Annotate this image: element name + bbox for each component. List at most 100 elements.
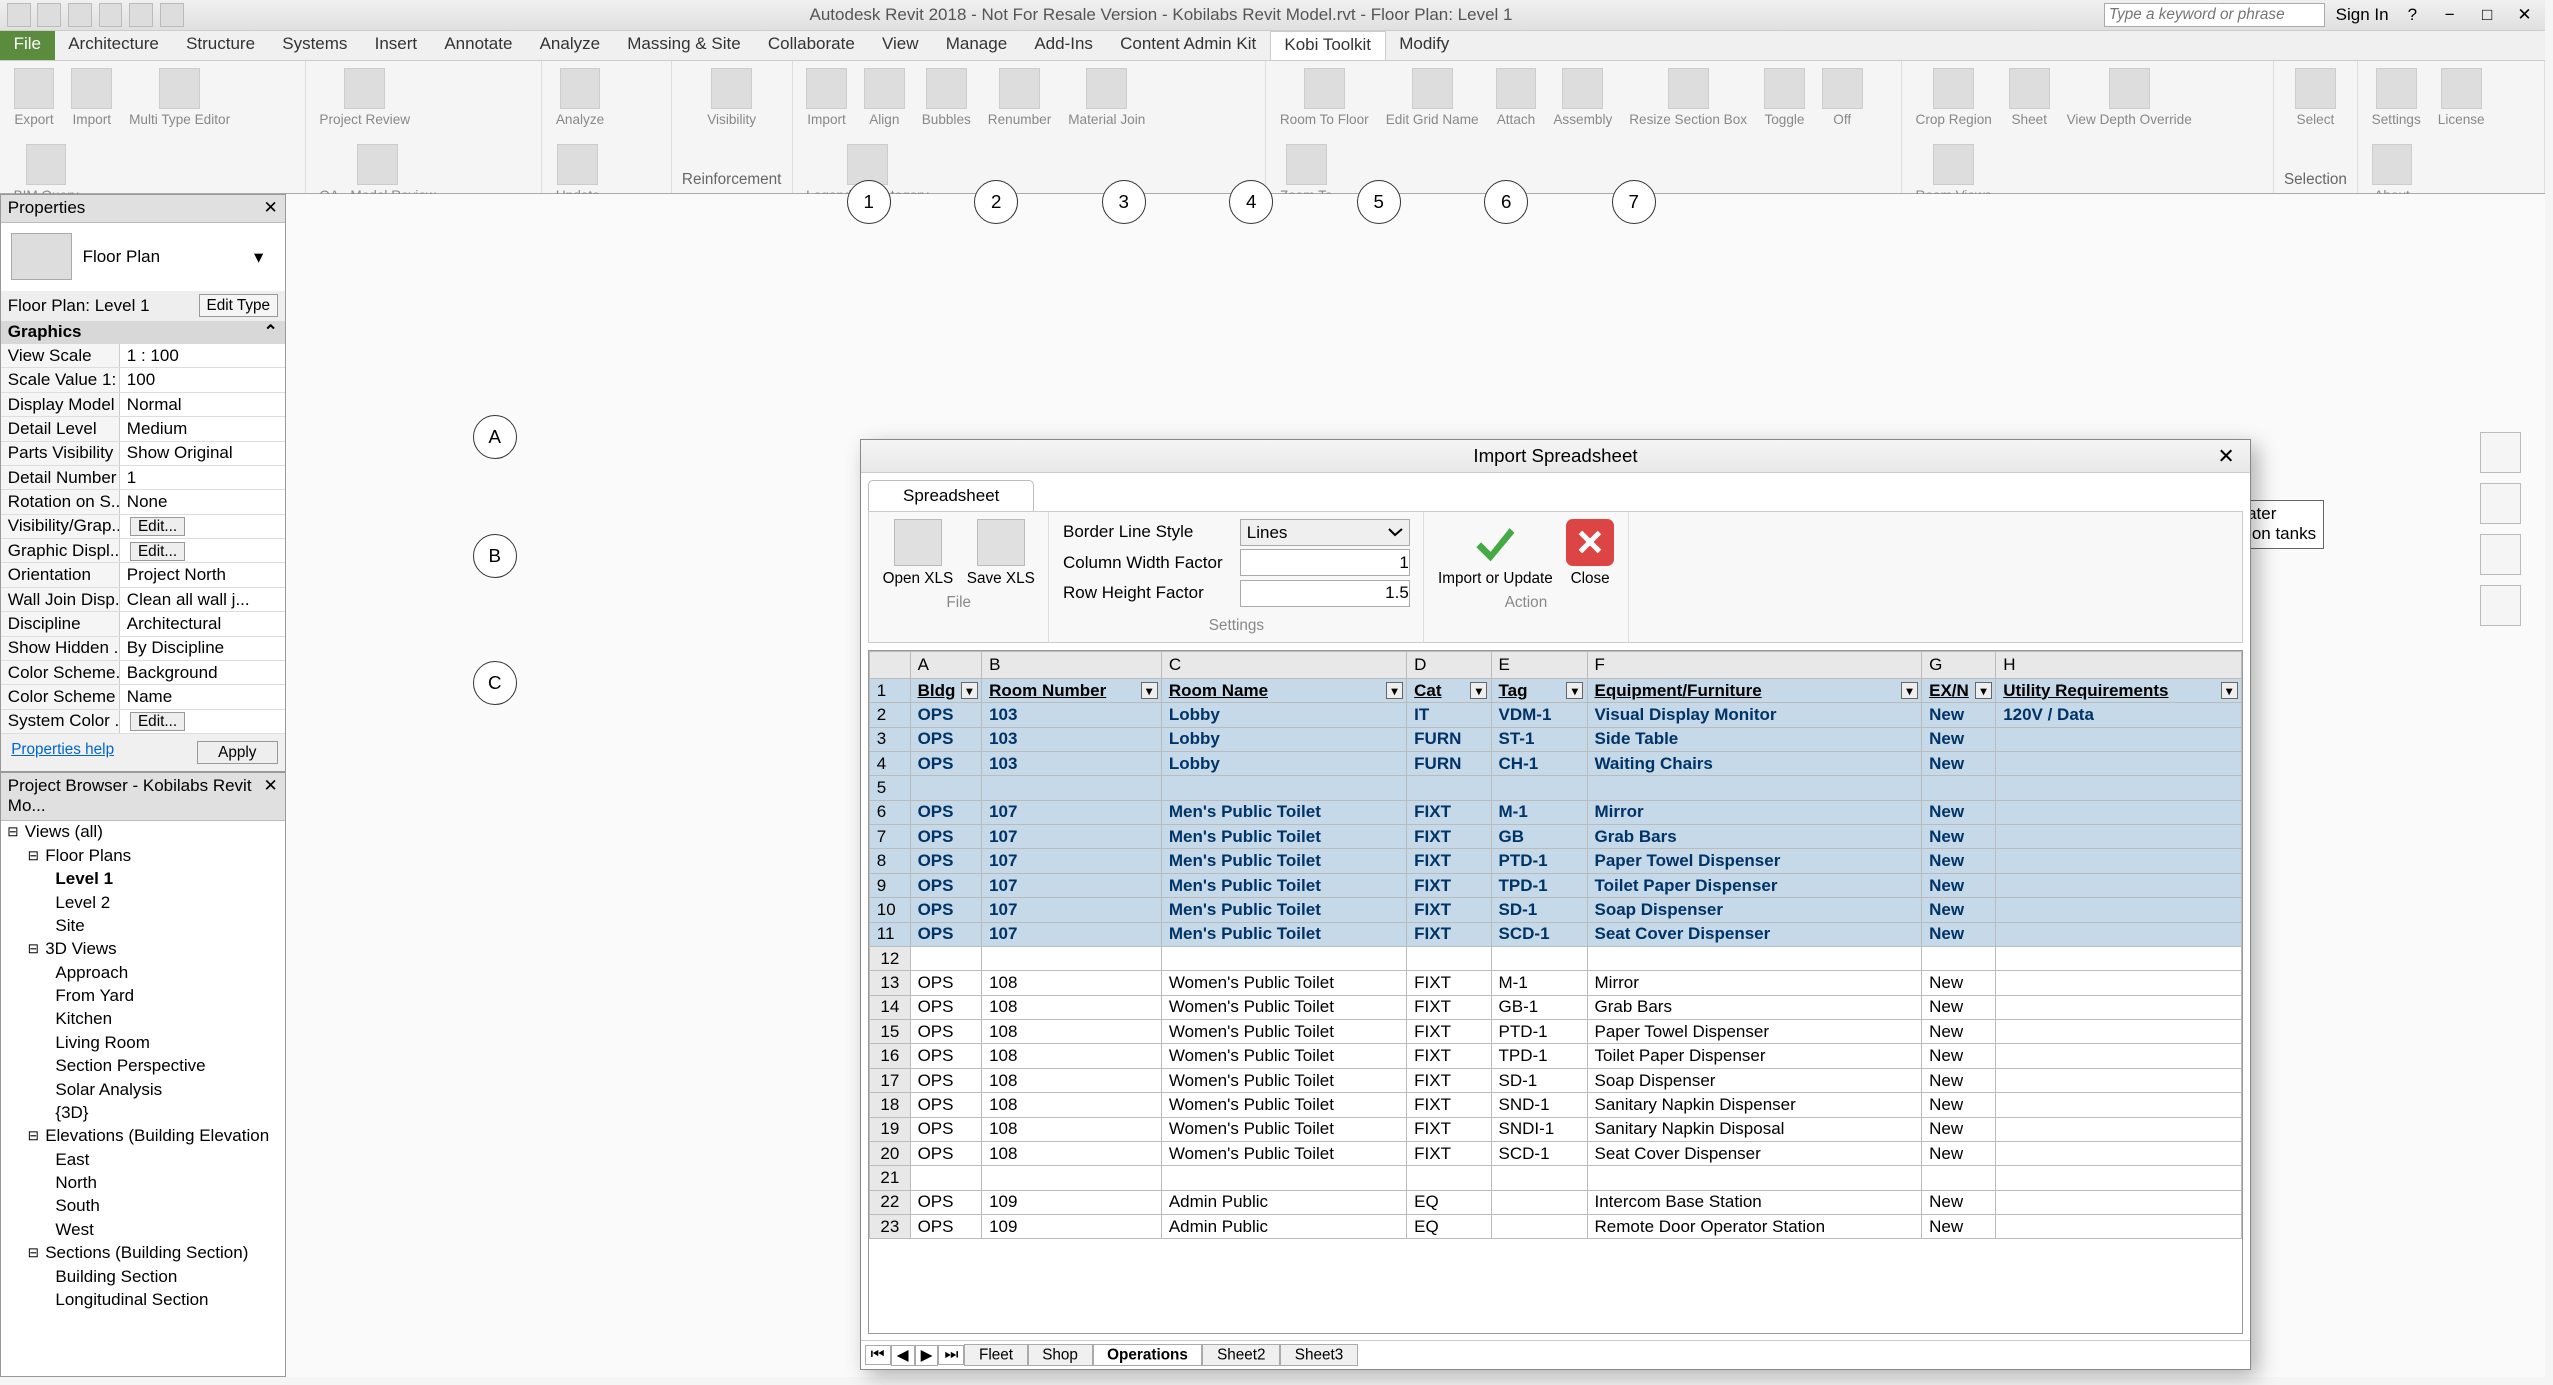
ribbon-tab-file[interactable]: File bbox=[0, 31, 55, 61]
data-header-room-number[interactable]: Room Number▾ bbox=[982, 678, 1162, 702]
cell[interactable]: FIXT bbox=[1407, 1117, 1491, 1141]
row-header[interactable]: 3 bbox=[869, 727, 910, 751]
cell[interactable]: OPS bbox=[910, 825, 981, 849]
cell[interactable]: OPS bbox=[910, 751, 981, 775]
cell[interactable]: New bbox=[1922, 922, 1996, 946]
border-style-select[interactable]: Lines bbox=[1240, 519, 1410, 546]
cell[interactable]: OPS bbox=[910, 995, 981, 1019]
help-icon[interactable]: ? bbox=[2399, 3, 2426, 27]
property-value[interactable]: Name bbox=[120, 685, 285, 708]
edit-button[interactable]: Edit... bbox=[130, 517, 185, 536]
cell[interactable] bbox=[1922, 776, 1996, 800]
row-header[interactable]: 7 bbox=[869, 825, 910, 849]
cell[interactable] bbox=[1996, 873, 2242, 897]
cell[interactable]: Seat Cover Dispenser bbox=[1587, 922, 1922, 946]
cell[interactable]: FIXT bbox=[1407, 825, 1491, 849]
ribbon-button-multi-type-editor[interactable]: Multi Type Editor bbox=[126, 65, 234, 131]
cell[interactable]: OPS bbox=[910, 898, 981, 922]
table-row[interactable]: 4OPS103LobbyFURNCH-1Waiting ChairsNew bbox=[869, 751, 2241, 775]
type-dropdown-icon[interactable]: ▾ bbox=[254, 246, 274, 268]
cell[interactable]: SCD-1 bbox=[1491, 922, 1587, 946]
section-collapse-icon[interactable]: ⌃ bbox=[264, 322, 278, 342]
cell[interactable]: EQ bbox=[1407, 1215, 1491, 1239]
table-row[interactable]: 19OPS108Women's Public ToiletFIXTSNDI-1S… bbox=[869, 1117, 2241, 1141]
filter-dropdown-icon[interactable]: ▾ bbox=[1470, 682, 1487, 699]
row-header[interactable]: 21 bbox=[869, 1166, 910, 1190]
cell[interactable]: 103 bbox=[982, 703, 1162, 727]
table-row[interactable]: 7OPS107Men's Public ToiletFIXTGBGrab Bar… bbox=[869, 825, 2241, 849]
steering-wheel-icon[interactable] bbox=[2480, 483, 2521, 524]
row-header[interactable]: 12 bbox=[869, 946, 910, 970]
corner-cell[interactable] bbox=[869, 651, 910, 678]
cell[interactable]: 108 bbox=[982, 1044, 1162, 1068]
cell[interactable] bbox=[1996, 922, 2242, 946]
cell[interactable] bbox=[1996, 1093, 2242, 1117]
cell[interactable]: IT bbox=[1407, 703, 1491, 727]
table-row[interactable]: 13OPS108Women's Public ToiletFIXTM-1Mirr… bbox=[869, 971, 2241, 995]
cell[interactable]: Grab Bars bbox=[1587, 825, 1922, 849]
cell[interactable]: SD-1 bbox=[1491, 1068, 1587, 1092]
cell[interactable] bbox=[1162, 946, 1407, 970]
cell[interactable] bbox=[1996, 995, 2242, 1019]
edit-type-button[interactable]: Edit Type bbox=[199, 294, 278, 317]
property-value[interactable]: None bbox=[120, 490, 285, 513]
tree-item-sections-building-section-[interactable]: ⊟Sections (Building Section) bbox=[1, 1242, 285, 1265]
ribbon-button-material-join[interactable]: Material Join bbox=[1065, 65, 1149, 131]
table-row[interactable]: 5 bbox=[869, 776, 2241, 800]
cell[interactable]: New bbox=[1922, 849, 1996, 873]
cell[interactable]: FIXT bbox=[1407, 1141, 1491, 1165]
cell[interactable]: Visual Display Monitor bbox=[1587, 703, 1922, 727]
ribbon-tab-modify[interactable]: Modify bbox=[1386, 31, 1463, 61]
cell[interactable] bbox=[1407, 946, 1491, 970]
cell[interactable]: 107 bbox=[982, 825, 1162, 849]
cell[interactable] bbox=[1491, 946, 1587, 970]
ribbon-tab-collaborate[interactable]: Collaborate bbox=[754, 31, 868, 61]
minimize-icon[interactable]: − bbox=[2436, 3, 2463, 27]
cell[interactable]: 108 bbox=[982, 1117, 1162, 1141]
tree-item-west[interactable]: West bbox=[1, 1218, 285, 1241]
search-input[interactable] bbox=[2104, 3, 2325, 27]
property-value[interactable]: Edit... bbox=[120, 710, 285, 733]
cell[interactable] bbox=[1996, 1044, 2242, 1068]
ribbon-button-bubbles[interactable]: Bubbles bbox=[918, 65, 974, 131]
cell[interactable]: EQ bbox=[1407, 1190, 1491, 1214]
cell[interactable] bbox=[982, 1166, 1162, 1190]
tree-toggle-icon[interactable]: ⊟ bbox=[25, 848, 42, 864]
table-row[interactable]: 15OPS108Women's Public ToiletFIXTPTD-1Pa… bbox=[869, 1020, 2241, 1044]
cell[interactable]: FIXT bbox=[1407, 849, 1491, 873]
tree-toggle-icon[interactable]: ⊟ bbox=[4, 824, 21, 840]
ribbon-tab-manage[interactable]: Manage bbox=[932, 31, 1021, 61]
column-header-h[interactable]: H bbox=[1996, 651, 2242, 678]
row-header[interactable]: 13 bbox=[869, 971, 910, 995]
row-header[interactable]: 15 bbox=[869, 1020, 910, 1044]
cell[interactable]: FIXT bbox=[1407, 1020, 1491, 1044]
cell[interactable]: VDM-1 bbox=[1491, 703, 1587, 727]
cell[interactable] bbox=[1491, 1190, 1587, 1214]
ribbon-button-renumber[interactable]: Renumber bbox=[984, 65, 1054, 131]
ribbon-button-license[interactable]: License bbox=[2434, 65, 2488, 131]
cell[interactable]: Women's Public Toilet bbox=[1162, 1044, 1407, 1068]
property-value[interactable]: 1 : 100 bbox=[120, 344, 285, 367]
cell[interactable] bbox=[982, 776, 1162, 800]
ribbon-button-room-to-floor[interactable]: Room To Floor bbox=[1276, 65, 1372, 131]
cell[interactable]: Lobby bbox=[1162, 703, 1407, 727]
cell[interactable]: 109 bbox=[982, 1190, 1162, 1214]
column-header-c[interactable]: C bbox=[1162, 651, 1407, 678]
cell[interactable]: FIXT bbox=[1407, 1093, 1491, 1117]
cell[interactable]: Soap Dispenser bbox=[1587, 1068, 1922, 1092]
column-header-d[interactable]: D bbox=[1407, 651, 1491, 678]
cell[interactable]: New bbox=[1922, 1215, 1996, 1239]
tree-item--3d-[interactable]: {3D} bbox=[1, 1101, 285, 1124]
cell[interactable]: New bbox=[1922, 873, 1996, 897]
cell[interactable]: FIXT bbox=[1407, 922, 1491, 946]
property-value[interactable]: 100 bbox=[120, 368, 285, 391]
row-header[interactable]: 10 bbox=[869, 898, 910, 922]
data-header-tag[interactable]: Tag▾ bbox=[1491, 678, 1587, 702]
cell[interactable]: ST-1 bbox=[1491, 727, 1587, 751]
cell[interactable]: 108 bbox=[982, 971, 1162, 995]
table-row[interactable]: 8OPS107Men's Public ToiletFIXTPTD-1Paper… bbox=[869, 849, 2241, 873]
ribbon-button-visibility[interactable]: Visibility bbox=[704, 65, 760, 131]
cell[interactable]: PTD-1 bbox=[1491, 849, 1587, 873]
tree-item-level-1[interactable]: Level 1 bbox=[1, 868, 285, 891]
cell[interactable]: OPS bbox=[910, 1141, 981, 1165]
